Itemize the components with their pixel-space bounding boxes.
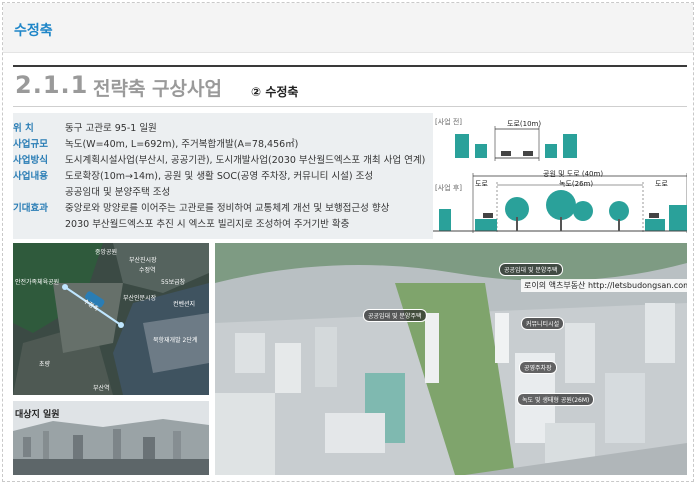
road-section-diagram: [사업 전] [사업 후] 도로(10m) 공원 및 도로 (40m) 도로 녹… [433,113,687,239]
road-before-label: 도로(10m) [507,120,542,128]
heading-rule [13,65,687,67]
rendering-image: 공공임대 및 분양주택 공공임대 및 분양주택 커뮤니티시설 공영주차장 녹도 … [215,243,687,475]
viewer-frame: 수정축 2.1.1 전략축 구상사업 ② 수정축 위 치 동구 고관로 95-1… [2,2,694,482]
heading-underline [13,106,687,107]
rendering-label: 녹도 및 생태형 공원(26M) [517,393,595,406]
park-road-label: 공원 및 도로 (40m) [543,170,604,178]
document-image: 2.1.1 전략축 구상사업 ② 수정축 위 치 동구 고관로 95-1 일원 … [13,61,687,475]
road-left-label: 도로 [475,180,488,188]
map-label: 초량 [39,361,51,368]
page-title: 수정축 [14,23,53,39]
map-label: 컨벤션지 [173,301,196,308]
rendering-label: 커뮤니티시설 [521,317,565,330]
rendering-label: 공영주차장 [519,361,557,374]
map-label: 부산인문시장 [123,295,157,302]
site-photo: 대상지 일원 [13,401,209,475]
info-value: 녹도(W=40m, L=692m), 주거복합개발(A=78,456㎡) [65,139,299,150]
watermark-text: 로이의 액츠부동산 http://letsbudongsan.com [521,279,687,292]
road-right-label: 도로 [655,180,668,188]
rendering-label: 공공임대 및 분양주택 [363,309,427,322]
info-value: 2030 부산월드엑스포 추진 시 엑스포 빌리지로 조성하여 주거기반 확충 [65,219,350,230]
map-terrain [13,243,209,395]
info-label: 사업방식 [13,155,48,166]
project-info-box: 위 치 동구 고관로 95-1 일원 사업규모 녹도(W=40m, L=692m… [13,113,433,239]
map-label: 부산역 [93,385,110,392]
photo-caption: 대상지 일원 [15,410,60,420]
map-label: 수정역 [139,267,156,274]
section-number: 2.1.1 [15,71,89,99]
rendering-label: 공공임대 및 분양주택 [499,263,563,276]
info-value: 공공임대 및 분양주택 조성 [65,187,171,198]
section-title: 전략축 구상사업 [93,78,222,100]
map-label: 중앙공원 [95,249,118,256]
green-road-label: 녹도(26m) [559,180,594,188]
info-value: 도로확장(10m→14m), 공원 및 생활 SOC(공영 주차장, 커뮤니티 … [65,171,374,182]
map-label: 부산진시장 [129,257,157,264]
section-subtitle: ② 수정축 [251,85,299,99]
map-label: 북항재개발 2단계 [153,337,198,344]
map-label: 55보급창 [161,279,186,286]
info-value: 동구 고관로 95-1 일원 [65,123,157,134]
rendering-scene [215,243,687,475]
title-bar: 수정축 [3,3,693,53]
map-label: 안전가족체육공원 [15,279,60,286]
info-label: 사업내용 [13,171,48,182]
info-label: 기대효과 [13,203,48,214]
info-value: 도시계획시설사업(부산시, 공공기관), 도시개발사업(2030 부산월드엑스포… [65,155,426,166]
info-value: 중앙로와 망양로를 이어주는 고관로를 정비하여 교통체계 개선 및 보행접근성… [65,203,390,214]
aerial-map: 중앙공원 부산진시장 55보급창 수정역 안전가족체육공원 부산인문시장 컨벤션… [13,243,209,395]
info-label: 위 치 [13,123,34,134]
info-label: 사업규모 [13,139,48,150]
